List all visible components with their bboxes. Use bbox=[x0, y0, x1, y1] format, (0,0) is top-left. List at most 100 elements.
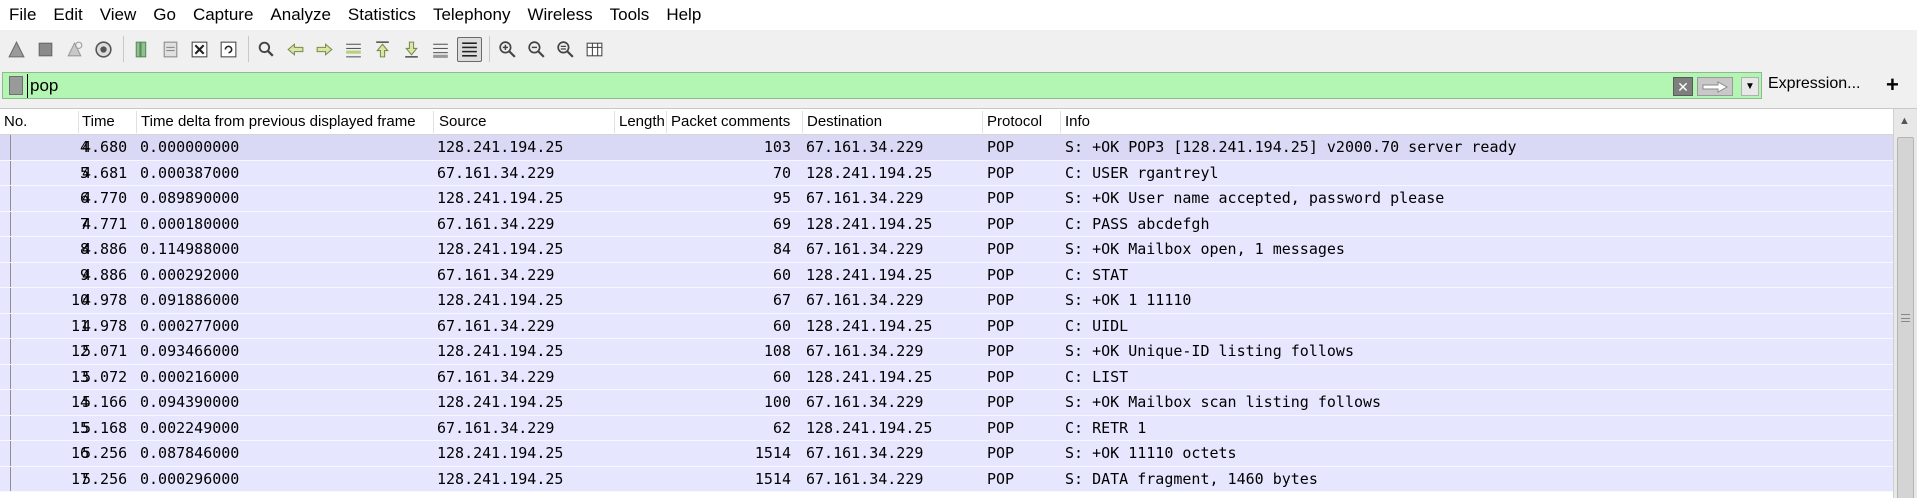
table-row[interactable]: 4 4.680 0.000000000 128.241.194.25 103 67.161… bbox=[0, 135, 1893, 161]
column-header-time[interactable]: Time bbox=[82, 113, 115, 130]
cell-protocol: POP bbox=[987, 240, 1015, 258]
column-header-no[interactable]: No. bbox=[4, 113, 27, 130]
cell-delta: 0.000296000 bbox=[140, 469, 240, 488]
apply-filter-icon[interactable] bbox=[1697, 77, 1733, 96]
cell-delta: 0.114988000 bbox=[140, 240, 240, 258]
table-row[interactable]: 8 4.886 0.114988000 128.241.194.25 84 67.161.… bbox=[0, 237, 1893, 263]
menu-view[interactable]: View bbox=[94, 1, 148, 29]
table-row[interactable]: 16 5.256 0.087846000 128.241.194.25 1514 67.1… bbox=[0, 441, 1893, 467]
open-file-icon[interactable] bbox=[129, 37, 154, 62]
cell-protocol: POP bbox=[987, 393, 1015, 411]
menu-help[interactable]: Help bbox=[660, 1, 712, 29]
table-row[interactable]: 11 4.978 0.000277000 67.161.34.229 60 128.241… bbox=[0, 313, 1893, 339]
table-row[interactable]: 17 5.256 0.000296000 128.241.194.25 1514 67.1… bbox=[0, 466, 1893, 492]
stop-capture-icon[interactable] bbox=[33, 37, 58, 62]
column-header-length[interactable]: Length bbox=[619, 113, 665, 130]
table-row[interactable]: 9 4.886 0.000292000 67.161.34.229 60 128.241.… bbox=[0, 262, 1893, 288]
table-row[interactable]: 5 4.681 0.000387000 67.161.34.229 70 128.241.… bbox=[0, 160, 1893, 186]
start-capture-icon[interactable] bbox=[4, 37, 29, 62]
table-row[interactable]: 15 5.168 0.002249000 67.161.34.229 62 128.241… bbox=[0, 415, 1893, 441]
auto-scroll-icon[interactable] bbox=[428, 37, 453, 62]
table-row[interactable]: 6 4.770 0.089890000 128.241.194.25 95 67.161.… bbox=[0, 186, 1893, 212]
cell-info: S: +OK Mailbox open, 1 messages bbox=[1065, 240, 1345, 258]
chevron-down-icon[interactable]: ▼ bbox=[1741, 77, 1759, 96]
menu-analyze[interactable]: Analyze bbox=[264, 1, 341, 29]
column-header-delta[interactable]: Time delta from previous displayed frame bbox=[141, 113, 416, 130]
vertical-scrollbar[interactable]: ▲ bbox=[1893, 109, 1917, 498]
column-header-comments[interactable]: Packet comments bbox=[671, 113, 790, 130]
cell-source: 67.161.34.229 bbox=[437, 367, 555, 386]
column-divider[interactable] bbox=[433, 111, 434, 133]
scroll-up-icon[interactable]: ▲ bbox=[1899, 115, 1910, 127]
menu-go[interactable]: Go bbox=[147, 1, 187, 29]
table-row[interactable]: 14 5.166 0.094390000 128.241.194.25 100 67.16… bbox=[0, 390, 1893, 416]
go-forward-icon[interactable] bbox=[312, 37, 337, 62]
go-last-icon[interactable] bbox=[399, 37, 424, 62]
go-to-packet-icon[interactable] bbox=[341, 37, 366, 62]
close-file-icon[interactable] bbox=[187, 37, 212, 62]
restart-capture-icon[interactable] bbox=[62, 37, 87, 62]
column-divider[interactable] bbox=[666, 111, 667, 133]
display-filter-box: ✕ ▼ bbox=[2, 72, 1762, 99]
bookmark-icon[interactable] bbox=[9, 76, 23, 95]
table-row[interactable]: 10 4.978 0.091886000 128.241.194.25 67 67.161… bbox=[0, 288, 1893, 314]
table-row[interactable]: 7 4.771 0.000180000 67.161.34.229 69 128.241.… bbox=[0, 211, 1893, 237]
column-header-source[interactable]: Source bbox=[439, 113, 487, 130]
column-header-info[interactable]: Info bbox=[1065, 113, 1090, 130]
column-header-protocol[interactable]: Protocol bbox=[987, 113, 1042, 130]
scrollbar-thumb[interactable] bbox=[1897, 137, 1914, 498]
cell-length: 62 bbox=[772, 418, 791, 437]
cell-source: 128.241.194.25 bbox=[437, 342, 564, 360]
display-filter-input[interactable] bbox=[27, 73, 1327, 98]
go-back-icon[interactable] bbox=[283, 37, 308, 62]
cell-delta: 0.093466000 bbox=[140, 342, 240, 360]
table-row[interactable]: 12 5.071 0.093466000 128.241.194.25 108 67.16… bbox=[0, 339, 1893, 365]
normal-size-icon[interactable] bbox=[553, 37, 578, 62]
menu-capture[interactable]: Capture bbox=[187, 1, 264, 29]
clear-filter-icon[interactable]: ✕ bbox=[1673, 77, 1693, 96]
cell-time: 5.256 bbox=[82, 469, 128, 488]
capture-options-icon[interactable] bbox=[91, 37, 116, 62]
cell-info: C: UIDL bbox=[1065, 316, 1129, 335]
cell-source: 128.241.194.25 bbox=[437, 138, 564, 156]
cell-delta: 0.087846000 bbox=[140, 444, 240, 462]
column-divider[interactable] bbox=[78, 111, 79, 133]
cell-length: 69 bbox=[772, 214, 791, 233]
add-filter-button[interactable]: + bbox=[1886, 72, 1899, 98]
cell-destination: 128.241.194.25 bbox=[806, 214, 933, 233]
cell-protocol: POP bbox=[987, 138, 1015, 156]
cell-destination: 128.241.194.25 bbox=[806, 163, 933, 182]
cell-source: 67.161.34.229 bbox=[437, 163, 555, 182]
menu-edit[interactable]: Edit bbox=[47, 1, 93, 29]
cell-protocol: POP bbox=[987, 444, 1015, 462]
zoom-out-icon[interactable] bbox=[524, 37, 549, 62]
zoom-in-icon[interactable] bbox=[495, 37, 520, 62]
cell-protocol: POP bbox=[987, 214, 1015, 233]
column-divider[interactable] bbox=[802, 111, 803, 133]
menu-telephony[interactable]: Telephony bbox=[427, 1, 522, 29]
column-divider[interactable] bbox=[982, 111, 983, 133]
column-header-destination[interactable]: Destination bbox=[807, 113, 882, 130]
find-packet-icon[interactable] bbox=[254, 37, 279, 62]
menu-file[interactable]: File bbox=[3, 1, 47, 29]
go-first-icon[interactable] bbox=[370, 37, 395, 62]
table-row[interactable]: 13 5.072 0.000216000 67.161.34.229 60 128.241… bbox=[0, 364, 1893, 390]
column-divider[interactable] bbox=[1060, 111, 1061, 133]
toolbar-divider bbox=[123, 36, 124, 62]
cell-protocol: POP bbox=[987, 265, 1015, 284]
resize-columns-icon[interactable] bbox=[582, 37, 607, 62]
reload-file-icon[interactable] bbox=[216, 37, 241, 62]
column-divider[interactable] bbox=[614, 111, 615, 133]
colorize-icon[interactable] bbox=[457, 36, 482, 62]
cell-info: S: +OK Mailbox scan listing follows bbox=[1065, 393, 1382, 411]
column-divider[interactable] bbox=[136, 111, 137, 133]
toolbar-divider bbox=[489, 36, 490, 62]
save-file-icon[interactable] bbox=[158, 37, 183, 62]
expression-button[interactable]: Expression... bbox=[1768, 75, 1860, 93]
menu-statistics[interactable]: Statistics bbox=[342, 1, 427, 29]
menu-wireless[interactable]: Wireless bbox=[521, 1, 603, 29]
cell-protocol: POP bbox=[987, 342, 1015, 360]
menu-tools[interactable]: Tools bbox=[604, 1, 661, 29]
cell-destination: 128.241.194.25 bbox=[806, 316, 933, 335]
cell-delta: 0.091886000 bbox=[140, 291, 240, 309]
